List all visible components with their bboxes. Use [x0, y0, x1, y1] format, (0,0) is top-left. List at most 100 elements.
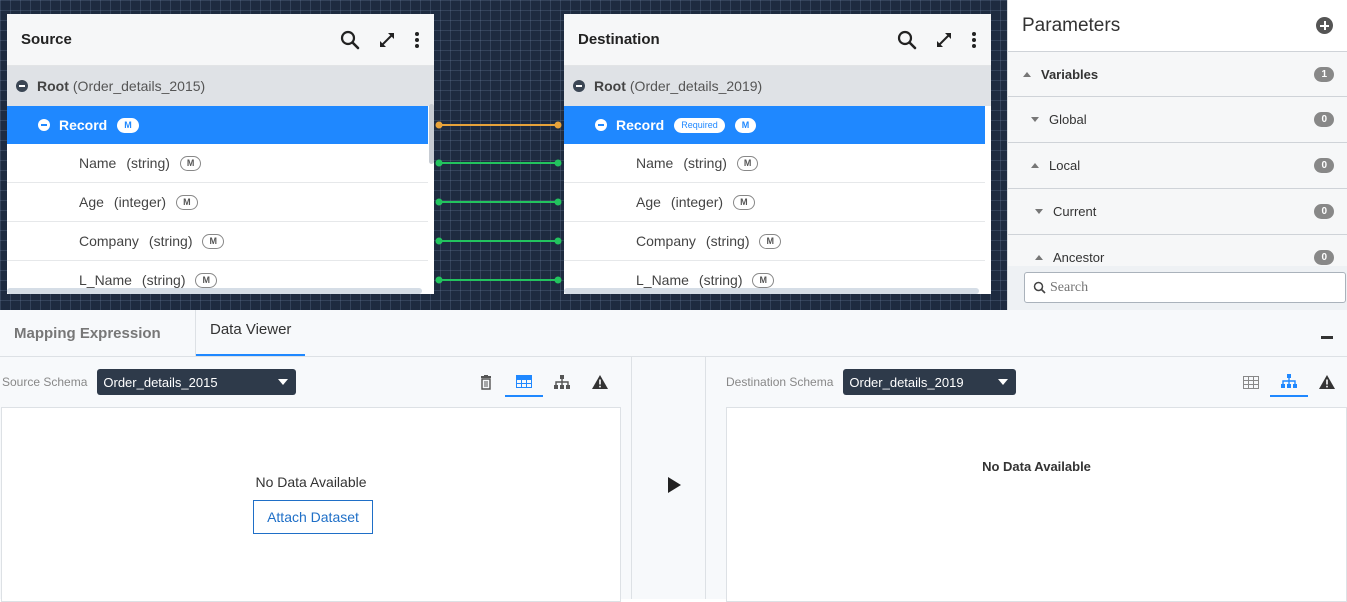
caret-up-icon: [1035, 255, 1043, 260]
field-connector[interactable]: [435, 237, 562, 245]
search-icon: [1033, 281, 1046, 294]
search-input[interactable]: [1050, 279, 1330, 296]
expand-icon[interactable]: [935, 31, 953, 49]
destination-panel: Destination Root (Order_details_2019) Re…: [564, 14, 991, 294]
field-connector[interactable]: [435, 198, 562, 206]
table-view-icon[interactable]: [505, 367, 543, 397]
destination-field-row[interactable]: Name (string) M: [564, 144, 985, 183]
caret-down-icon: [1031, 117, 1039, 122]
field-name: Name: [79, 155, 117, 171]
source-data-area: No Data Available Attach Dataset: [1, 407, 621, 602]
chevron-down-icon: [998, 379, 1009, 385]
destination-panel-header: Destination: [564, 14, 991, 66]
caret-up-icon: [1023, 71, 1031, 77]
parameter-row-global[interactable]: Global 0: [1008, 97, 1347, 143]
field-type: (string): [705, 233, 750, 249]
minimize-icon[interactable]: [1321, 336, 1333, 339]
bottom-panel: Mapping Expression Data Viewer Source Sc…: [0, 310, 1347, 602]
destination-field-row[interactable]: Company (string) M: [564, 222, 985, 261]
required-badge: Required: [674, 117, 725, 133]
source-record-row[interactable]: Record M: [7, 106, 428, 144]
parameter-label: Ancestor: [1053, 250, 1105, 265]
expand-icon[interactable]: [378, 31, 396, 49]
destination-field-row[interactable]: Age (integer) M: [564, 183, 985, 222]
source-toolbar: [467, 367, 619, 397]
source-root-row[interactable]: Root (Order_details_2015): [7, 66, 434, 106]
source-field-row[interactable]: Name (string) M: [7, 144, 428, 183]
root-label: Root: [594, 78, 626, 94]
collapse-icon[interactable]: [38, 119, 50, 131]
add-parameter-icon[interactable]: [1316, 17, 1333, 34]
source-field-row[interactable]: Company (string) M: [7, 222, 428, 261]
source-empty-message: No Data Available: [255, 474, 367, 490]
record-label: Record: [616, 117, 665, 133]
destination-record-row[interactable]: Record Required M: [564, 106, 985, 144]
count-badge: 0: [1314, 112, 1334, 127]
field-name: Age: [636, 194, 661, 210]
root-name: (Order_details_2015): [72, 78, 206, 94]
mandatory-badge: M: [117, 117, 139, 133]
count-badge: 0: [1314, 158, 1334, 173]
search-icon[interactable]: [340, 30, 360, 50]
destination-schema-select[interactable]: Order_details_2019: [843, 369, 1017, 395]
destination-data-side: Destination Schema Order_details_2019 No…: [706, 357, 1347, 602]
parameters-header: Parameters: [1008, 0, 1347, 51]
table-view-icon[interactable]: [1232, 367, 1270, 397]
parameter-row-variables[interactable]: Variables 1: [1008, 51, 1347, 97]
field-type: (string): [141, 272, 186, 288]
destination-root-row[interactable]: Root (Order_details_2019): [564, 66, 991, 106]
field-type: (integer): [670, 194, 724, 210]
field-type: (string): [683, 155, 727, 171]
parameter-search[interactable]: [1024, 272, 1346, 303]
field-connector[interactable]: [435, 159, 562, 167]
play-icon[interactable]: [668, 477, 681, 493]
more-options-icon[interactable]: [971, 31, 977, 49]
mandatory-badge: M: [752, 272, 774, 288]
parameter-row-local[interactable]: Local 0: [1008, 143, 1347, 189]
tab-mapping-expression[interactable]: Mapping Expression: [0, 310, 196, 356]
collapse-icon[interactable]: [16, 80, 28, 92]
hierarchy-view-icon[interactable]: [543, 367, 581, 397]
horizontal-scrollbar[interactable]: [564, 288, 979, 294]
delete-icon[interactable]: [467, 367, 505, 397]
source-panel-header: Source: [7, 14, 434, 66]
attach-dataset-button[interactable]: Attach Dataset: [253, 500, 373, 534]
record-connector[interactable]: [435, 121, 562, 129]
mapping-canvas: Source Root (Order_details_2015) Record …: [0, 0, 1007, 310]
source-schema-value: Order_details_2015: [103, 374, 218, 390]
search-icon[interactable]: [897, 30, 917, 50]
source-schema-label: Source Schema: [2, 375, 88, 389]
caret-up-icon: [1031, 163, 1039, 168]
root-label: Root: [37, 78, 69, 94]
horizontal-scrollbar[interactable]: [7, 288, 422, 294]
mandatory-badge: M: [179, 155, 202, 171]
field-connector[interactable]: [435, 276, 562, 284]
collapse-icon[interactable]: [595, 119, 607, 131]
field-type: (string): [698, 272, 743, 288]
collapse-icon[interactable]: [573, 80, 585, 92]
mandatory-badge: M: [202, 233, 224, 249]
field-type: (integer): [113, 194, 167, 210]
tab-data-viewer[interactable]: Data Viewer: [196, 310, 306, 356]
parameter-row-current[interactable]: Current 0: [1008, 189, 1347, 235]
caret-down-icon: [1035, 209, 1043, 214]
count-badge: 0: [1314, 250, 1334, 265]
parameters-panel: Parameters Variables 1 Global 0 Local 0 …: [1007, 0, 1347, 310]
source-field-row[interactable]: Age (integer) M: [7, 183, 428, 222]
source-panel: Source Root (Order_details_2015) Record …: [7, 14, 434, 294]
destination-panel-title: Destination: [578, 31, 660, 48]
parameter-label: Global: [1049, 112, 1087, 127]
warning-icon[interactable]: [581, 367, 619, 397]
count-badge: 0: [1314, 204, 1334, 219]
source-schema-select[interactable]: Order_details_2015: [97, 369, 297, 395]
hierarchy-view-icon[interactable]: [1270, 367, 1308, 397]
destination-toolbar: [1232, 367, 1346, 397]
field-name: L_Name: [79, 272, 132, 288]
more-options-icon[interactable]: [414, 31, 420, 49]
warning-icon[interactable]: [1308, 367, 1346, 397]
mapping-connectors: [435, 121, 562, 284]
field-type: (string): [148, 233, 193, 249]
source-panel-title: Source: [21, 31, 72, 48]
destination-data-area: No Data Available: [726, 407, 1347, 602]
parameter-label: Variables: [1041, 66, 1099, 82]
